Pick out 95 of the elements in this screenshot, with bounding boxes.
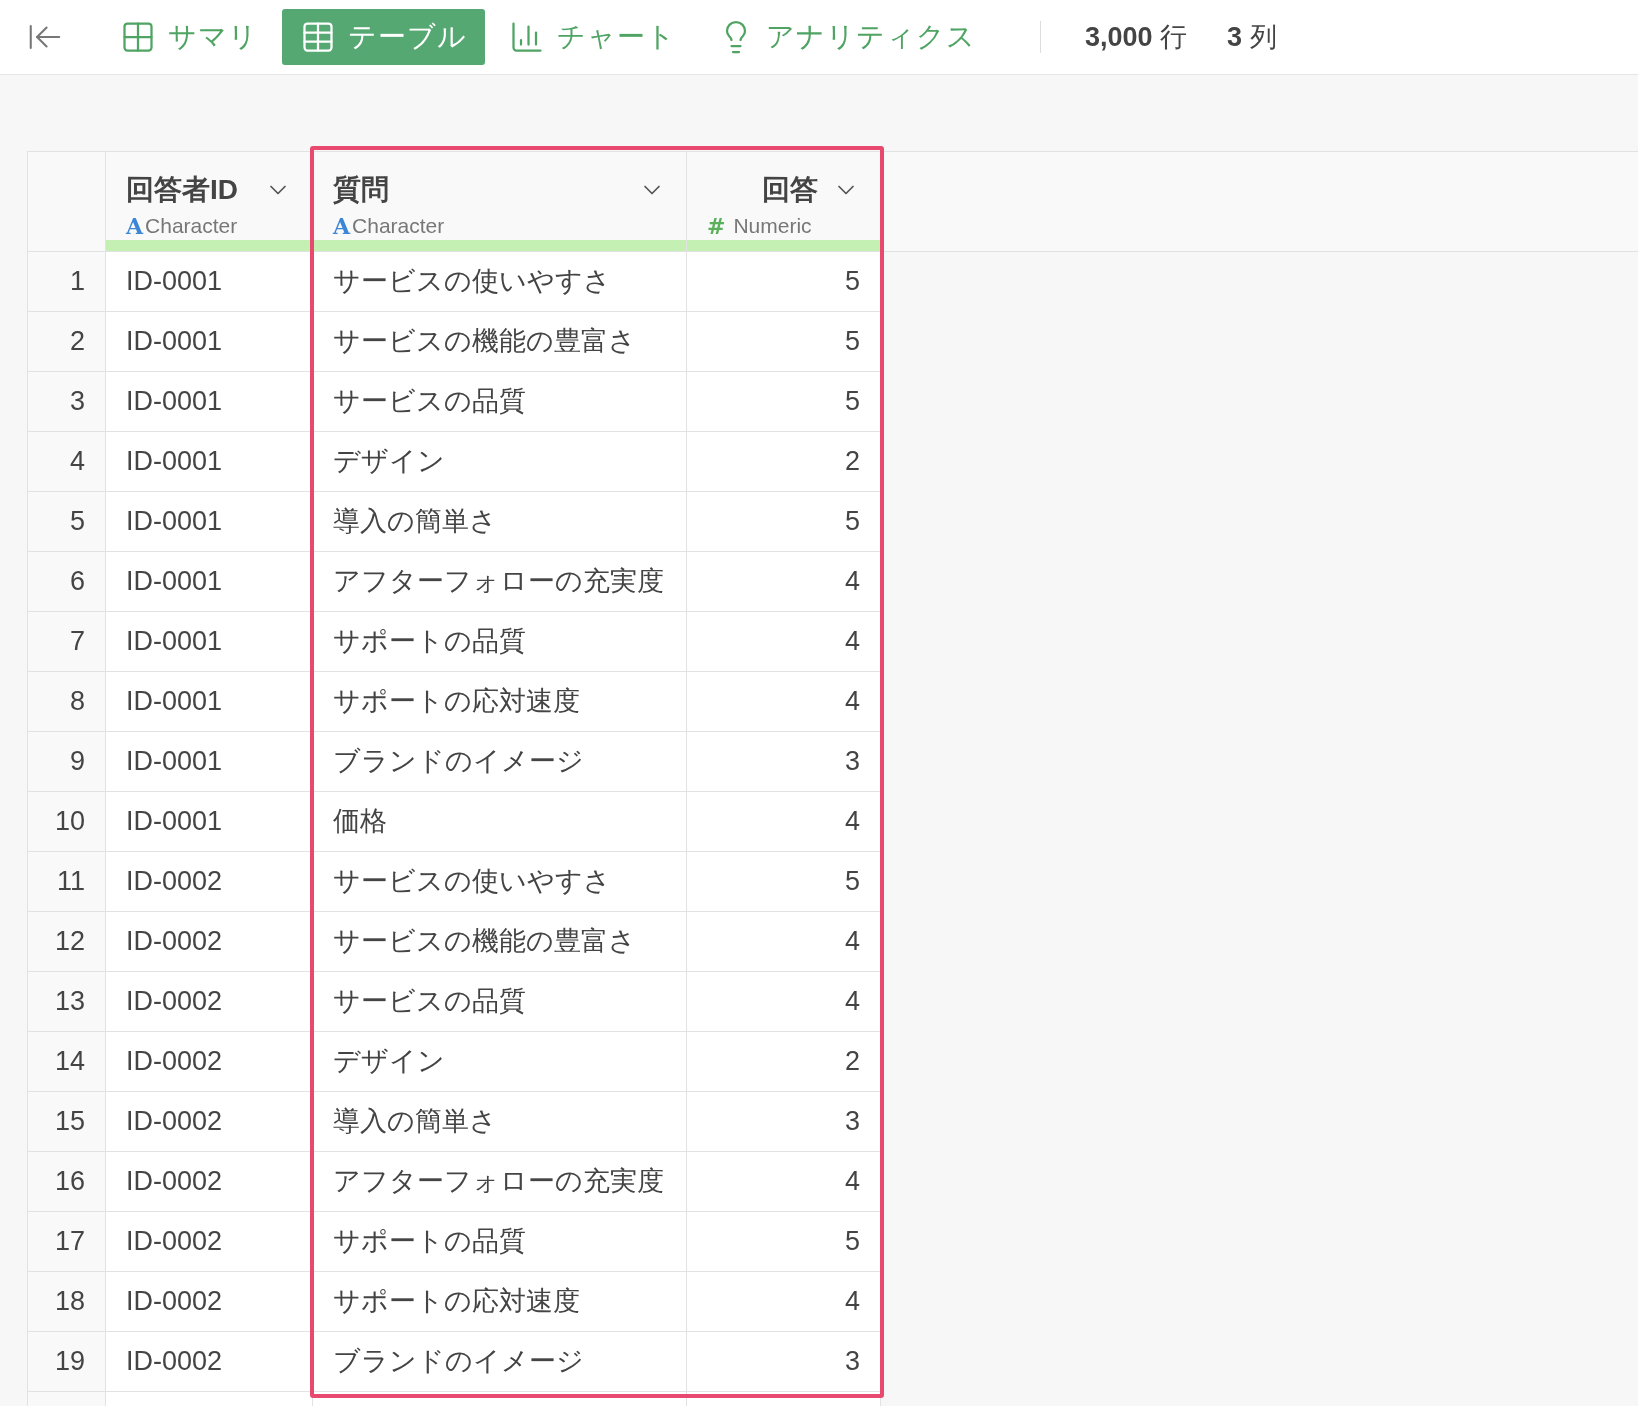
view-tab[interactable]: テーブル: [282, 9, 485, 65]
table-cell-text: ID-0002: [126, 1345, 223, 1379]
table-cell-text: アフターフォローの充実度: [333, 1165, 664, 1199]
table-cell-text: 4: [844, 625, 860, 659]
table-cell-text: 4: [844, 565, 860, 599]
table-cell-text: サポートの応対速度: [333, 685, 580, 719]
table-cell-text: 4: [844, 1165, 860, 1199]
type-label: Numeric: [733, 213, 812, 239]
table-cell-text: アフターフォローの充実度: [333, 565, 664, 599]
table-cell-text: デザイン: [333, 445, 445, 479]
table-cell-text: 4: [844, 1285, 860, 1319]
table-cell-text: 5: [844, 385, 860, 419]
type-icon: #: [707, 213, 732, 239]
table-cell-text: 5: [844, 265, 860, 299]
table-cell-text: ID-0001: [126, 565, 223, 599]
table-cell-text: サービスの使いやすさ: [333, 265, 611, 299]
row-number: 6: [69, 565, 85, 599]
table-cell-text: サービスの品質: [333, 985, 526, 1019]
table-cell-text: ID-0001: [126, 445, 223, 479]
table-cell-text: 2: [844, 445, 860, 479]
table-cell-text: サポートの応対速度: [333, 1285, 580, 1319]
table-cell-text: 5: [844, 865, 860, 899]
row-number: 15: [54, 1105, 85, 1139]
type-label: Character: [145, 213, 238, 239]
row-number: 1: [69, 265, 85, 299]
table-cell-text: ID-0002: [126, 1165, 223, 1199]
count-label: 3,000 行: [1085, 20, 1188, 54]
table-cell-text: ID-0001: [126, 265, 223, 299]
row-number: 5: [69, 505, 85, 539]
table-cell-text: 4: [844, 685, 860, 719]
table-cell-text: ID-0001: [126, 505, 223, 539]
table-cell-text: 3: [844, 1105, 860, 1139]
table-cell-text: ID-0001: [126, 745, 223, 779]
type-icon: A: [126, 213, 144, 239]
table-cell-text: 3: [844, 1345, 860, 1379]
table-cell-text: 4: [844, 985, 860, 1019]
view-tab[interactable]: サマリ: [102, 9, 276, 65]
table-cell-text: ID-0001: [126, 625, 223, 659]
row-number: 17: [54, 1225, 85, 1259]
row-number: 18: [54, 1285, 85, 1319]
row-number: 12: [54, 925, 85, 959]
table-cell-text: 2: [844, 1045, 860, 1079]
table-cell-text: ID-0001: [126, 325, 223, 359]
table-cell-text: 5: [844, 1225, 860, 1259]
table-cell-text: ID-0002: [126, 1045, 223, 1079]
row-number: 11: [56, 865, 85, 899]
table-cell-text: サービスの使いやすさ: [333, 865, 611, 899]
table-cell-text: ブランドのイメージ: [333, 745, 584, 779]
row-number: 2: [69, 325, 85, 359]
table-cell-text: 4: [844, 805, 860, 839]
column-header[interactable]: 質問 ACharacter: [313, 152, 687, 252]
row-number: 19: [54, 1345, 85, 1379]
bar-chart-icon: [509, 19, 545, 55]
table-cell-text: ID-0002: [126, 985, 223, 1019]
column-title: 回答: [761, 174, 819, 206]
table-cell-text: 導入の簡単さ: [333, 505, 497, 539]
table-icon: [300, 19, 336, 55]
view-tab[interactable]: アナリティクス: [700, 9, 994, 65]
row-number: 14: [54, 1045, 85, 1079]
table-cell-text: サポートの品質: [333, 625, 526, 659]
type-icon: A: [333, 213, 351, 239]
row-number: 9: [69, 745, 85, 779]
row-number: 13: [54, 985, 85, 1019]
table-cell-text: サービスの機能の豊富さ: [333, 925, 636, 959]
row-number: 3: [69, 385, 85, 419]
table-cell-text: 3: [844, 745, 860, 779]
table-cell-text: サービスの品質: [333, 385, 526, 419]
column-title: 回答者ID: [126, 174, 239, 206]
table-cell-text: ID-0002: [126, 865, 223, 899]
table-cell-text: ID-0002: [126, 1225, 223, 1259]
table-cell-text: サポートの品質: [333, 1225, 526, 1259]
table-cell-text: ID-0001: [126, 685, 223, 719]
type-label: Character: [352, 213, 445, 239]
table-cell-text: 導入の簡単さ: [333, 1105, 497, 1139]
table-cell-text: ブランドのイメージ: [333, 1345, 584, 1379]
table-cell-text: デザイン: [333, 1045, 445, 1079]
table-cell-text: ID-0001: [126, 805, 223, 839]
row-number: 10: [54, 805, 85, 839]
table-cell-text: ID-0002: [126, 1105, 223, 1139]
table-cell-text: ID-0001: [126, 385, 223, 419]
row-number: 4: [69, 445, 85, 479]
table-cell-text: ID-0002: [126, 1285, 223, 1319]
row-number: 8: [69, 685, 85, 719]
table-cell-text: サービスの機能の豊富さ: [333, 325, 636, 359]
table-cell-text: 4: [844, 925, 860, 959]
table-cell-text: 5: [844, 325, 860, 359]
count-label: 3 列: [1227, 20, 1277, 54]
view-tab[interactable]: チャート: [491, 9, 694, 65]
column-title: 質問: [333, 174, 390, 206]
table-cell-text: ID-0002: [126, 925, 223, 959]
table-cell-text: 価格: [333, 805, 387, 839]
table-cell-text: 5: [844, 505, 860, 539]
row-number: 16: [54, 1165, 85, 1199]
grid-icon: [120, 19, 156, 55]
row-number: 7: [69, 625, 85, 659]
